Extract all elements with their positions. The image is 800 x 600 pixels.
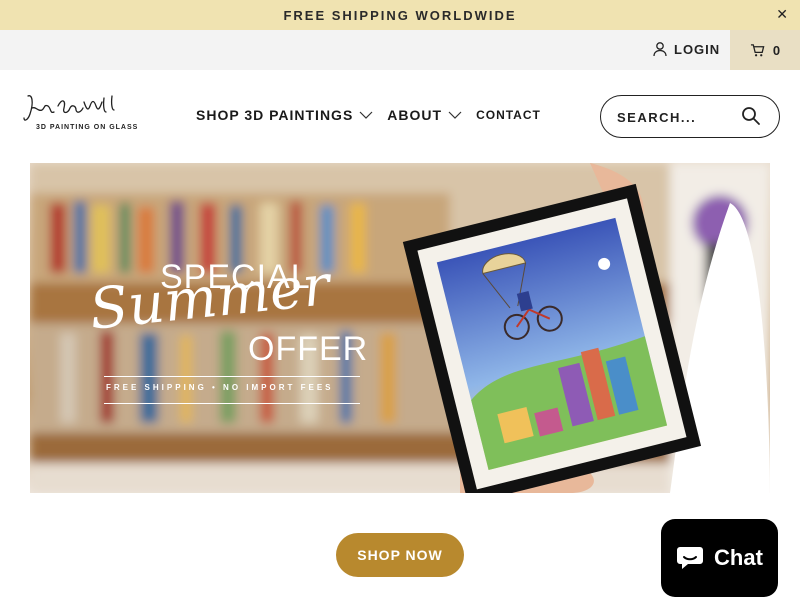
chat-label: Chat (714, 545, 763, 570)
main-nav: SHOP 3D PAINTINGS ABOUT CONTACT (196, 107, 555, 123)
nav-label: ABOUT (387, 107, 443, 123)
announcement-text: FREE SHIPPING WORLDWIDE (283, 7, 517, 23)
nav-label: SHOP 3D PAINTINGS (196, 107, 354, 123)
chevron-down-icon (448, 111, 462, 119)
chevron-down-icon (359, 111, 373, 119)
nav-shop-3d-paintings[interactable]: SHOP 3D PAINTINGS (196, 107, 373, 123)
hero-divider-top (104, 376, 360, 377)
site-header: 3D PAINTING ON GLASS SHOP 3D PAINTINGS A… (0, 70, 800, 162)
hero-banner[interactable]: SPECIAL Summer OFFER FREE SHIPPING • NO … (30, 163, 770, 493)
search-box (600, 95, 780, 138)
cart-icon (750, 43, 765, 56)
hero-offer-text: SPECIAL Summer OFFER FREE SHIPPING • NO … (87, 248, 370, 408)
user-icon (653, 42, 667, 57)
chat-button[interactable]: Chat (661, 519, 778, 597)
announcement-bar: FREE SHIPPING WORLDWIDE ✕ (0, 0, 800, 30)
cart-button[interactable]: 0 (730, 30, 800, 70)
hero-fine-print: FREE SHIPPING • NO IMPORT FEES (106, 383, 334, 392)
nav-label: CONTACT (476, 108, 541, 122)
shop-now-button[interactable]: SHOP NOW (336, 533, 464, 577)
login-label: LOGIN (674, 41, 721, 57)
nav-about[interactable]: ABOUT (387, 107, 462, 123)
hero-line-offer: OFFER (248, 330, 369, 368)
logo[interactable]: 3D PAINTING ON GLASS (22, 92, 147, 140)
search-icon[interactable] (741, 106, 761, 126)
close-icon[interactable]: ✕ (776, 6, 788, 23)
hero-divider-bottom (104, 403, 360, 404)
chat-bubble-icon (677, 547, 704, 569)
nav-contact[interactable]: CONTACT (476, 108, 541, 122)
signature-logo (23, 95, 115, 121)
cart-count: 0 (772, 42, 781, 58)
logo-tagline: 3D PAINTING ON GLASS (36, 124, 139, 131)
login-link[interactable]: LOGIN (652, 41, 720, 57)
utility-bar: LOGIN 0 (0, 30, 800, 70)
search-input[interactable] (617, 106, 735, 128)
